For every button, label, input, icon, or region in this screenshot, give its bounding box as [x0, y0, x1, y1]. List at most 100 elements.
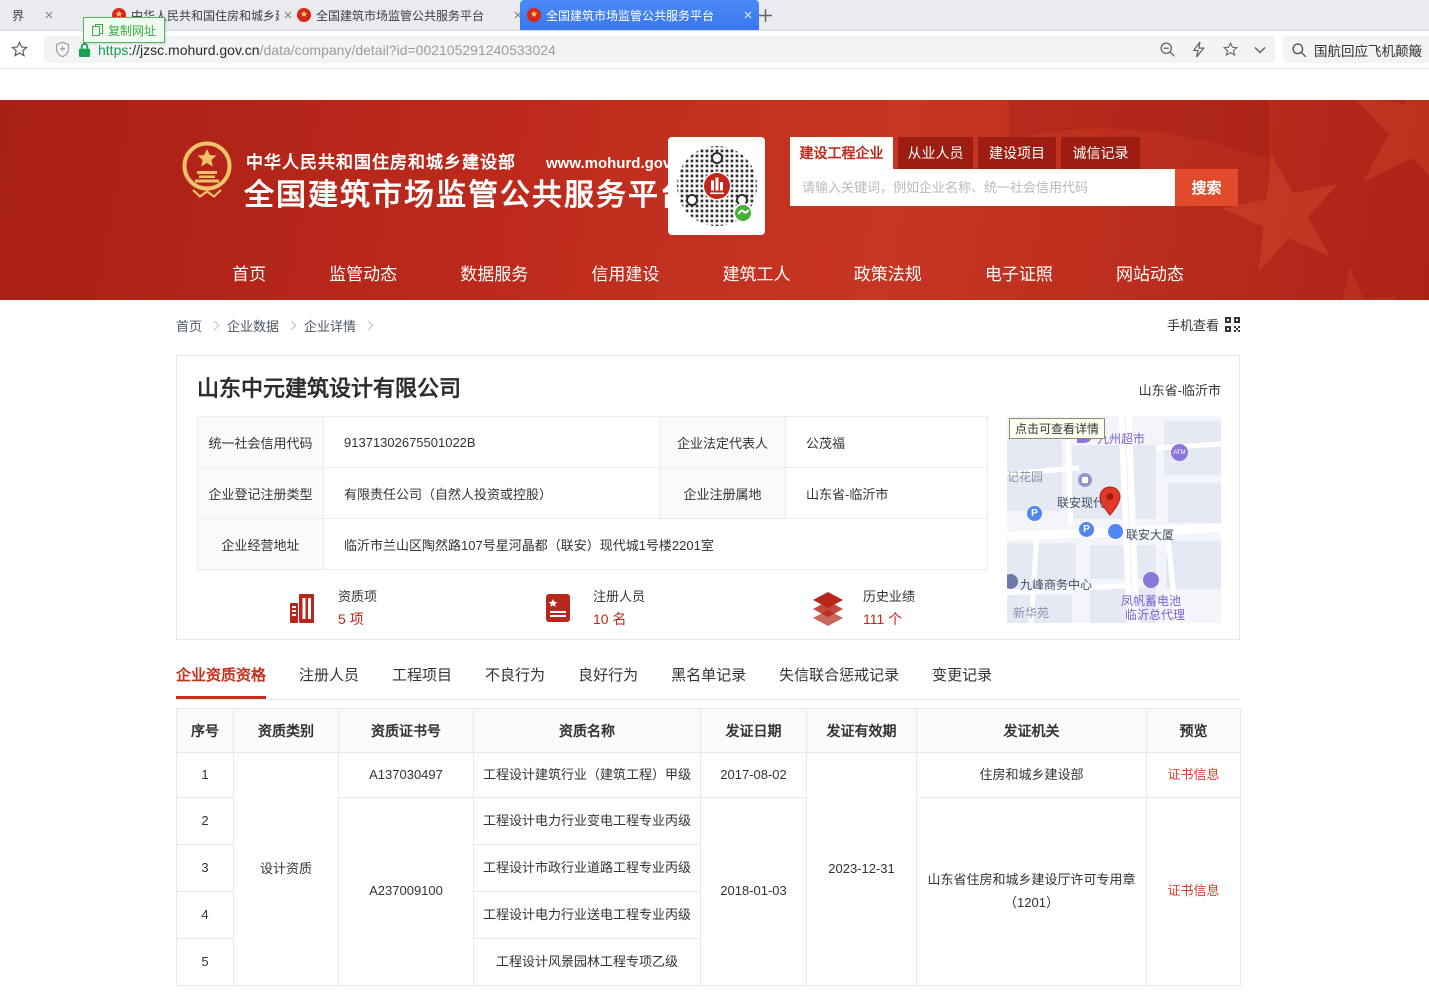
breadcrumb-company-detail[interactable]: 企业详情	[304, 316, 356, 335]
tab-good-behavior[interactable]: 良好行为	[578, 664, 638, 699]
favorite-star-icon[interactable]	[1222, 41, 1239, 58]
tab-title: 全国建筑市场监管公共服务平台	[546, 7, 739, 24]
tab-dishonesty-records[interactable]: 失信联合惩戒记录	[779, 664, 899, 699]
nav-item-policy[interactable]: 政策法规	[854, 260, 922, 285]
breadcrumb-company-data[interactable]: 企业数据	[227, 316, 279, 335]
nav-item-credit[interactable]: 信用建设	[591, 260, 659, 285]
zoom-out-icon[interactable]	[1159, 41, 1176, 58]
address-value: 临沂市兰山区陶然路107号星河晶都（联安）现代城1号楼2201室	[324, 519, 988, 570]
parking-marker-icon: P	[1079, 522, 1094, 537]
search-tab-personnel[interactable]: 从业人员	[898, 137, 973, 169]
qr-code-icon	[675, 144, 759, 228]
qr-code-small-icon[interactable]	[1225, 317, 1240, 332]
certificate-info-link[interactable]: 证书信息	[1167, 767, 1219, 782]
search-tab-label: 从业人员	[908, 143, 964, 163]
mobile-view-control[interactable]: 手机查看	[1167, 315, 1240, 334]
tab-registered-personnel[interactable]: 注册人员	[299, 664, 359, 699]
stat-registered-personnel: 注册人员 10 名	[539, 586, 645, 629]
browser-tab-jzsc[interactable]: 全国建筑市场监管公共服务平台	[290, 0, 529, 30]
shield-protect-icon[interactable]	[54, 41, 71, 58]
nav-item-data-service[interactable]: 数据服务	[460, 260, 528, 285]
search-tab-enterprise[interactable]: 建设工程企业	[790, 137, 893, 169]
cert-name: 工程设计市政行业道路工程专业丙级	[474, 845, 701, 892]
nav-item-site-news[interactable]: 网站动态	[1116, 260, 1184, 285]
validity-date: 2023-12-31	[807, 753, 917, 986]
url-host: ://jzsc.mohurd.gov.cn	[128, 42, 259, 58]
stat-value: 10 名	[593, 609, 645, 629]
table-row: 企业经营地址 临沂市兰山区陶然路107号星河晶都（联安）现代城1号楼2201室	[198, 519, 988, 570]
chevron-right-icon	[210, 320, 220, 330]
issuing-authority-line1: 山东省住房和城乡建设厅许可专用章	[923, 869, 1140, 891]
main-nav: 首页 监管动态 数据服务 信用建设 建筑工人 政策法规 电子证照 网站动态	[176, 245, 1240, 300]
bookmark-star-icon[interactable]	[6, 36, 32, 63]
stat-label: 注册人员	[593, 586, 645, 605]
stat-value: 111 个	[863, 609, 915, 629]
chevron-down-icon[interactable]	[1254, 46, 1266, 54]
browser-tab-bar: 界 中华人民共和国住房和城乡建设 全国建筑市场监管公共服务平台 全国建筑市场监管…	[0, 0, 1429, 31]
browser-tab-partial[interactable]: 界	[0, 0, 60, 30]
issuing-authority: 住房和城乡建设部	[917, 753, 1147, 798]
tab-change-records[interactable]: 变更记录	[932, 664, 992, 699]
reg-place-value: 山东省-临沂市	[786, 468, 988, 519]
site-banner: 中华人民共和国住房和城乡建设部www.mohurd.gov.cn 全国建筑市场监…	[0, 100, 1429, 300]
new-tab-button[interactable]	[752, 3, 778, 27]
nav-item-supervision[interactable]: 监管动态	[329, 260, 397, 285]
national-emblem-icon	[180, 138, 234, 212]
copy-icon	[92, 24, 103, 36]
company-summary-card: 山东中元建筑设计有限公司 山东省-临沂市 统一社会信用代码 9137130267…	[176, 355, 1240, 640]
qualification-category: 设计资质	[234, 753, 339, 986]
cert-name: 工程设计建筑行业（建筑工程）甲级	[474, 753, 701, 798]
reg-type-label: 企业登记注册类型	[198, 468, 324, 519]
chevron-right-icon	[287, 320, 297, 330]
certificate-info-link[interactable]: 证书信息	[1167, 883, 1219, 898]
table-row: 统一社会信用代码 91371302675501022B 企业法定代表人 公茂福	[198, 417, 988, 468]
wechat-qr-code	[668, 137, 765, 235]
atm-marker-icon: ATM	[1171, 444, 1188, 461]
browser-hot-search-box[interactable]: 国航回应飞机颠簸	[1283, 36, 1429, 63]
mobile-view-label: 手机查看	[1167, 315, 1219, 334]
map-poi: 九峰商务中心	[1020, 576, 1092, 593]
company-info-table: 统一社会信用代码 91371302675501022B 企业法定代表人 公茂福 …	[197, 416, 988, 570]
map-poi: 记花园	[1007, 468, 1043, 485]
platform-title: 全国建筑市场监管公共服务平台	[244, 170, 692, 214]
cert-name: 工程设计风景园林工程专项乙级	[474, 939, 701, 986]
legal-rep-label: 企业法定代表人	[660, 417, 786, 468]
browser-address-bar: https://jzsc.mohurd.gov.cn/data/company/…	[0, 31, 1429, 69]
reg-type-value: 有限责任公司（自然人投资或控股）	[324, 468, 660, 519]
nav-item-workers[interactable]: 建筑工人	[723, 260, 791, 285]
company-region: 山东省-临沂市	[1139, 380, 1221, 399]
col-资质名称: 资质名称	[474, 709, 701, 753]
col-发证机关: 发证机关	[917, 709, 1147, 753]
url-field[interactable]: https://jzsc.mohurd.gov.cn/data/company/…	[44, 36, 1160, 63]
tab-bad-behavior[interactable]: 不良行为	[485, 664, 545, 699]
search-tab-credit[interactable]: 诚信记录	[1061, 137, 1140, 169]
cert-number: A237009100	[339, 798, 474, 986]
reg-place-label: 企业注册属地	[660, 468, 786, 519]
lightning-extension-icon[interactable]	[1191, 41, 1206, 58]
search-tab-project[interactable]: 建设项目	[978, 137, 1056, 169]
tab-projects[interactable]: 工程项目	[392, 664, 452, 699]
nav-item-home[interactable]: 首页	[232, 260, 266, 285]
breadcrumb-home[interactable]: 首页	[176, 316, 202, 335]
search-button[interactable]: 搜索	[1175, 169, 1238, 206]
map-poi: 新华苑	[1013, 604, 1049, 621]
tab-blacklist[interactable]: 黑名单记录	[671, 664, 746, 699]
parking-marker-icon: P	[1027, 506, 1042, 521]
row-no: 1	[177, 753, 234, 798]
location-map[interactable]: 点击可查看详情 九州超市 ATM 记花园 联安现代城 P P 联安大厦 九峰商务…	[1007, 416, 1221, 623]
issue-date: 2018-01-03	[701, 798, 807, 986]
col-资质证书号: 资质证书号	[339, 709, 474, 753]
close-icon[interactable]	[744, 11, 752, 19]
close-icon[interactable]	[45, 11, 53, 19]
col-序号: 序号	[177, 709, 234, 753]
table-header-row: 序号 资质类别 资质证书号 资质名称 发证日期 发证有效期 发证机关 预览	[177, 709, 1241, 753]
stat-label: 历史业绩	[863, 586, 915, 605]
nav-item-e-license[interactable]: 电子证照	[985, 260, 1053, 285]
company-name: 山东中元建筑设计有限公司	[197, 371, 461, 403]
layers-icon	[809, 589, 847, 627]
registry-book-icon	[539, 589, 577, 627]
tab-qualifications[interactable]: 企业资质资格	[176, 664, 266, 699]
keyword-search-input[interactable]	[790, 169, 1199, 206]
browser-tab-active[interactable]: 全国建筑市场监管公共服务平台	[520, 0, 759, 30]
search-icon	[1291, 42, 1307, 58]
